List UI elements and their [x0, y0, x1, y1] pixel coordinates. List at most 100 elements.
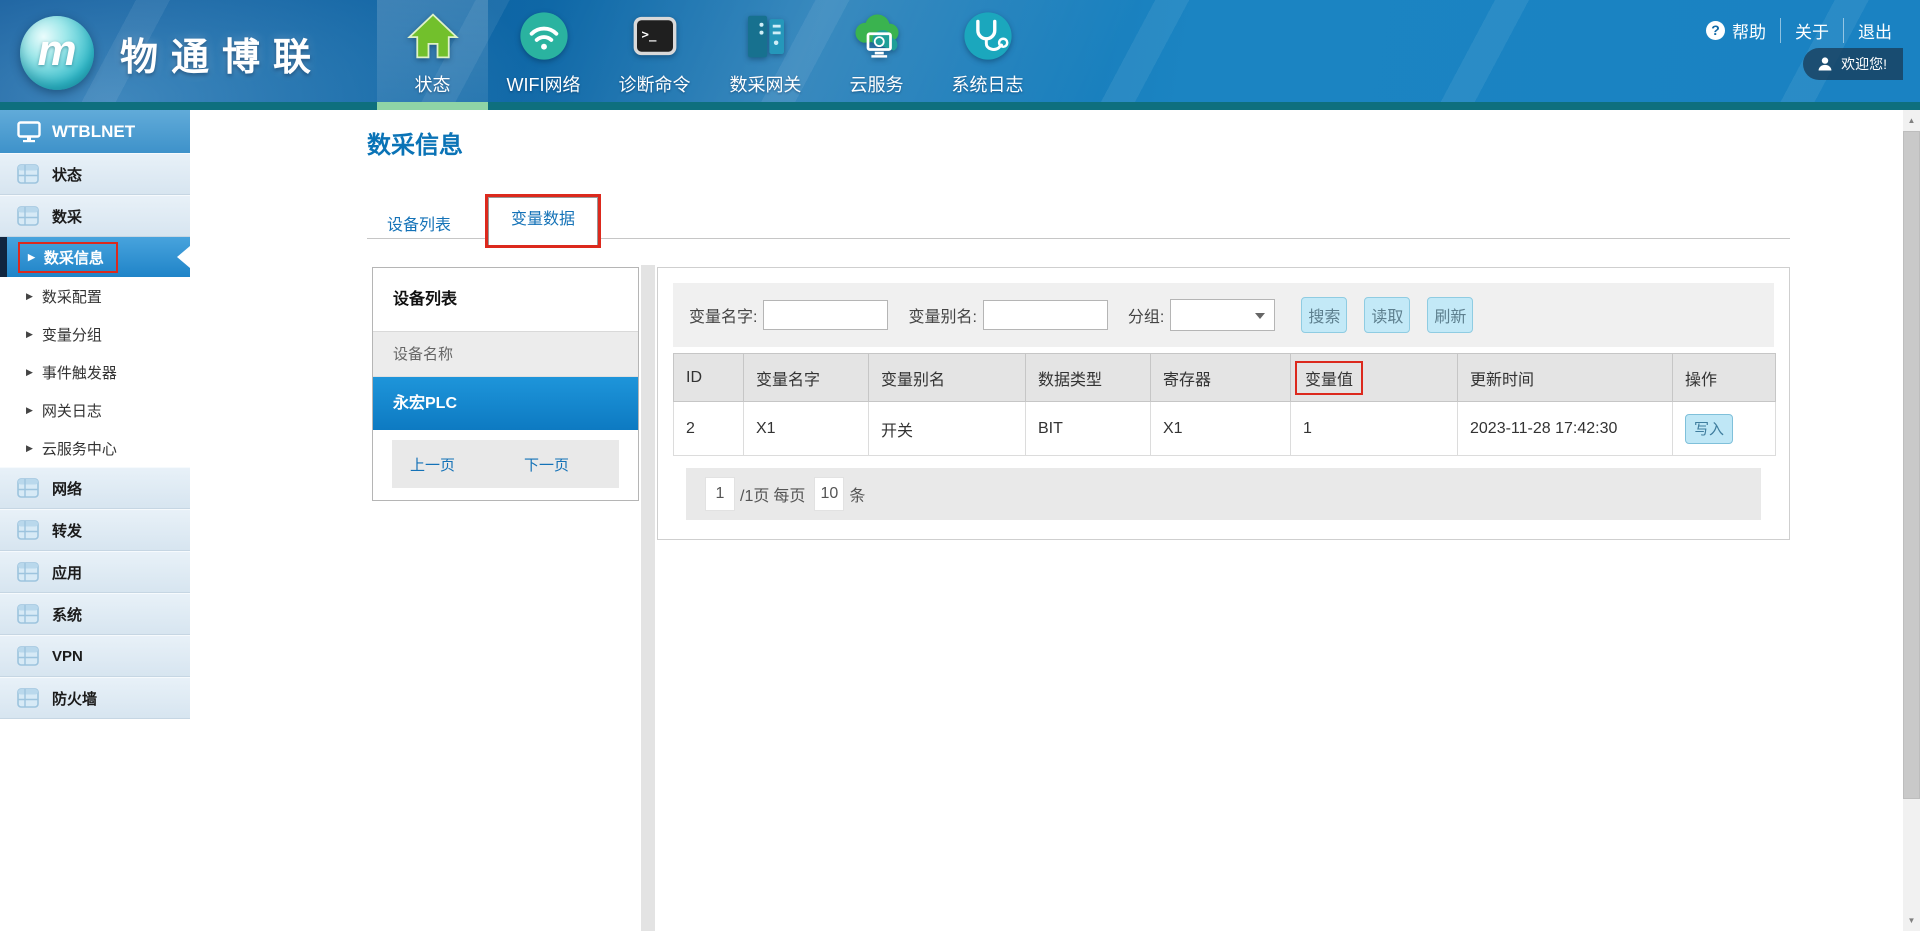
search-button[interactable]: 搜索 — [1301, 297, 1347, 333]
welcome-badge[interactable]: 欢迎您! — [1803, 48, 1903, 80]
cell-variable-name: X1 — [744, 402, 869, 456]
column-header-action: 操作 — [1673, 354, 1776, 402]
nav-item-system-log[interactable]: 系统日志 — [932, 0, 1043, 110]
sidebar-item-label: 系统 — [52, 604, 82, 625]
next-page-link[interactable]: 下一页 — [524, 454, 569, 475]
annotation-box: 数采信息 — [18, 242, 118, 273]
tab-device-list[interactable]: 设备列表 — [367, 204, 471, 248]
read-button[interactable]: 读取 — [1364, 297, 1410, 333]
grid-icon — [16, 518, 40, 542]
page-number-input[interactable] — [705, 477, 735, 511]
sidebar-item-vpn[interactable]: VPN — [0, 635, 190, 677]
welcome-text: 欢迎您! — [1841, 54, 1887, 74]
gateway-icon — [739, 9, 793, 63]
nav-label: 系统日志 — [932, 71, 1043, 97]
cell-id: 2 — [674, 402, 744, 456]
sidebar-item-label: VPN — [52, 648, 83, 665]
nav-item-wifi[interactable]: WIFI网络 — [488, 0, 599, 110]
grid-icon — [16, 204, 40, 228]
logo-text: 物通博联 — [120, 26, 324, 81]
prev-page-link[interactable]: 上一页 — [410, 454, 455, 475]
per-page-input[interactable] — [814, 477, 844, 511]
device-panel-title: 设备列表 — [373, 268, 638, 332]
variable-alias-input[interactable] — [983, 300, 1108, 330]
per-page-label: 每页 — [773, 482, 805, 506]
device-pager: 上一页 下一页 — [392, 440, 619, 488]
grid-icon — [16, 476, 40, 500]
group-select[interactable] — [1170, 299, 1275, 331]
annotation-box: 变量值 — [1295, 361, 1363, 395]
sidebar-item-status[interactable]: 状态 — [0, 153, 190, 195]
variable-name-input[interactable] — [763, 300, 888, 330]
sidebar-item-label: 数采信息 — [44, 247, 104, 268]
sidebar-item-label: 防火墙 — [52, 688, 97, 709]
sidebar-item-dc-info[interactable]: 数采信息 — [0, 237, 190, 277]
monitor-icon — [17, 121, 41, 143]
terminal-icon: >_ — [628, 9, 682, 63]
top-header: 物通博联 状态 WIFI网络 >_ 诊断命令 — [0, 0, 1920, 110]
grid-icon — [16, 686, 40, 710]
svg-text:>_: >_ — [641, 27, 656, 42]
sidebar-item-cloud-center[interactable]: 云服务中心 — [0, 429, 190, 467]
scrollbar-thumb[interactable] — [1903, 131, 1920, 799]
help-link[interactable]: 帮助 — [1732, 18, 1766, 43]
cloud-icon — [850, 9, 904, 63]
sidebar-item-system[interactable]: 系统 — [0, 593, 190, 635]
nav-label: WIFI网络 — [488, 71, 599, 97]
tab-variable-data[interactable]: 变量数据 — [488, 197, 598, 245]
wifi-icon — [517, 9, 571, 63]
sidebar-item-variable-group[interactable]: 变量分组 — [0, 315, 190, 353]
sidebar-item-forward[interactable]: 转发 — [0, 509, 190, 551]
nav-item-diagnostic-command[interactable]: >_ 诊断命令 — [599, 0, 710, 110]
table-row: 2 X1 开关 BIT X1 1 2023-11-28 17:42:30 写入 — [674, 402, 1776, 456]
panel-splitter[interactable] — [641, 265, 655, 931]
device-row-yonghong-plc[interactable]: 永宏PLC — [373, 377, 638, 430]
cell-action: 写入 — [1673, 402, 1776, 456]
sidebar-item-label: 应用 — [52, 562, 82, 583]
sidebar: WTBLNET 状态 数采 数采信息 数采配置 变量分组 事件触发器 网关日志 … — [0, 110, 190, 931]
annotation-box: 变量数据 — [485, 194, 601, 248]
device-list-panel: 设备列表 设备名称 永宏PLC 上一页 下一页 — [372, 267, 639, 501]
column-header-id: ID — [674, 354, 744, 402]
sidebar-item-data-collection[interactable]: 数采 — [0, 195, 190, 237]
table-pagination: /1页 每页 条 — [686, 468, 1761, 520]
group-label: 分组: — [1128, 303, 1164, 327]
cell-data-type: BIT — [1026, 402, 1151, 456]
refresh-button[interactable]: 刷新 — [1427, 297, 1473, 333]
sidebar-item-event-trigger[interactable]: 事件触发器 — [0, 353, 190, 391]
sidebar-item-firewall[interactable]: 防火墙 — [0, 677, 190, 719]
table-header-row: ID 变量名字 变量别名 数据类型 寄存器 变量值 更新时间 操作 — [674, 354, 1776, 402]
write-button[interactable]: 写入 — [1685, 414, 1733, 444]
variable-name-label: 变量名字: — [689, 303, 757, 327]
about-link[interactable]: 关于 — [1780, 18, 1829, 43]
tab-bar: 设备列表 变量数据 — [367, 194, 601, 248]
grid-icon — [16, 162, 40, 186]
cell-variable-value: 1 — [1291, 402, 1458, 456]
sidebar-item-label: 事件触发器 — [42, 362, 117, 383]
nav-item-data-gateway[interactable]: 数采网关 — [710, 0, 821, 110]
sidebar-item-gateway-log[interactable]: 网关日志 — [0, 391, 190, 429]
sidebar-item-network[interactable]: 网络 — [0, 467, 190, 509]
logout-link[interactable]: 退出 — [1843, 18, 1892, 43]
nav-label: 云服务 — [821, 71, 932, 97]
vertical-scrollbar[interactable] — [1903, 110, 1920, 931]
column-header-data-type: 数据类型 — [1026, 354, 1151, 402]
sidebar-item-label: 云服务中心 — [42, 438, 117, 459]
sidebar-item-label: 转发 — [52, 520, 82, 541]
column-header-update-time: 更新时间 — [1458, 354, 1673, 402]
cell-variable-alias: 开关 — [869, 402, 1026, 456]
user-icon — [1817, 56, 1833, 72]
sidebar-item-application[interactable]: 应用 — [0, 551, 190, 593]
top-nav: 状态 WIFI网络 >_ 诊断命令 — [377, 0, 1043, 110]
grid-icon — [16, 560, 40, 584]
nav-item-status[interactable]: 状态 — [377, 0, 488, 110]
column-header-variable-name: 变量名字 — [744, 354, 869, 402]
logo-globe-icon — [20, 16, 94, 90]
nav-item-cloud-service[interactable]: 云服务 — [821, 0, 932, 110]
nav-label: 诊断命令 — [599, 71, 710, 97]
column-header-variable-alias: 变量别名 — [869, 354, 1026, 402]
scrollbar-up-arrow[interactable] — [1903, 112, 1920, 129]
sidebar-item-dc-config[interactable]: 数采配置 — [0, 277, 190, 315]
scrollbar-down-arrow[interactable] — [1903, 912, 1920, 929]
cell-update-time: 2023-11-28 17:42:30 — [1458, 402, 1673, 456]
